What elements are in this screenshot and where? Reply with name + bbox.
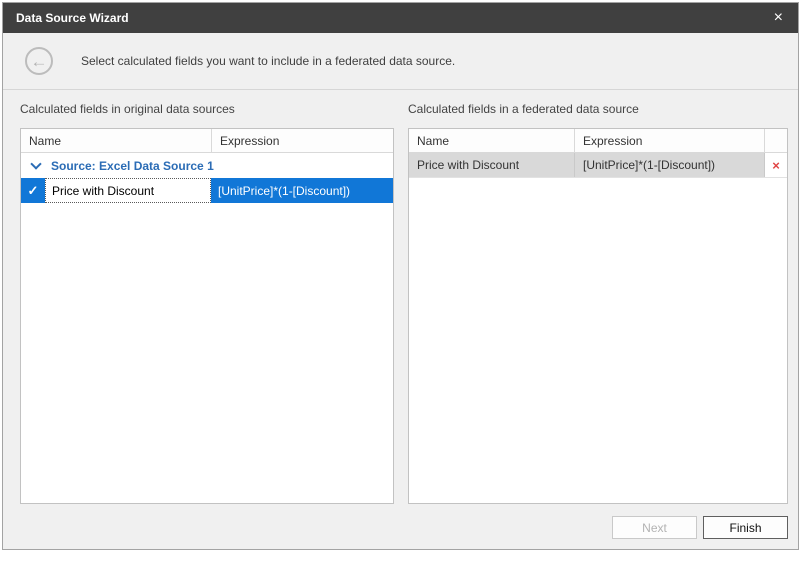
federated-grid-empty-area <box>409 178 787 503</box>
federated-column-header-expression: Expression <box>574 129 764 152</box>
right-panel-caption: Calculated fields in a federated data so… <box>408 102 639 116</box>
wizard-header: ← Select calculated fields you want to i… <box>3 33 798 90</box>
back-button[interactable]: ← <box>25 47 53 75</box>
back-arrow-icon: ← <box>31 53 48 70</box>
source-group-label: Source: Excel Data Source 1 <box>51 159 214 173</box>
wizard-description: Select calculated fields you want to inc… <box>81 54 455 68</box>
data-source-wizard-dialog: Data Source Wizard × ← Select calculated… <box>2 2 799 550</box>
field-expression-cell[interactable]: [UnitPrice]*(1-[Discount]) <box>211 178 393 203</box>
original-fields-grid: Name Expression Source: Excel Data Sourc… <box>20 128 394 504</box>
finish-button[interactable]: Finish <box>703 516 788 539</box>
original-column-header-name: Name <box>21 129 211 152</box>
check-icon: ✓ <box>28 183 39 199</box>
source-group-row[interactable]: Source: Excel Data Source 1 <box>21 153 393 178</box>
table-row[interactable]: Price with Discount [UnitPrice]*(1-[Disc… <box>409 153 787 178</box>
delete-x-icon: × <box>772 158 780 173</box>
chevron-down-icon <box>30 158 41 169</box>
delete-row-button[interactable]: × <box>764 153 787 177</box>
wizard-content: Calculated fields in original data sourc… <box>3 90 798 549</box>
field-name-cell[interactable]: Price with Discount <box>45 178 211 203</box>
field-name-cell[interactable]: Price with Discount <box>409 153 574 177</box>
left-panel-caption: Calculated fields in original data sourc… <box>20 102 235 116</box>
table-row[interactable]: ✓ Price with Discount [UnitPrice]*(1-[Di… <box>21 178 393 203</box>
federated-grid-header: Name Expression <box>409 129 787 153</box>
original-grid-empty-area <box>21 203 393 503</box>
original-grid-header: Name Expression <box>21 129 393 153</box>
footer-button-bar: Next Finish <box>612 516 788 539</box>
close-icon[interactable]: × <box>772 10 785 26</box>
federated-column-header-actions <box>764 129 787 152</box>
original-column-header-expression: Expression <box>211 129 393 152</box>
window-title: Data Source Wizard <box>16 11 129 25</box>
title-bar: Data Source Wizard × <box>3 3 798 33</box>
federated-column-header-name: Name <box>409 129 574 152</box>
row-checkbox[interactable]: ✓ <box>21 178 45 203</box>
federated-fields-grid: Name Expression Price with Discount [Uni… <box>408 128 788 504</box>
field-expression-cell[interactable]: [UnitPrice]*(1-[Discount]) <box>574 153 764 177</box>
next-button[interactable]: Next <box>612 516 697 539</box>
